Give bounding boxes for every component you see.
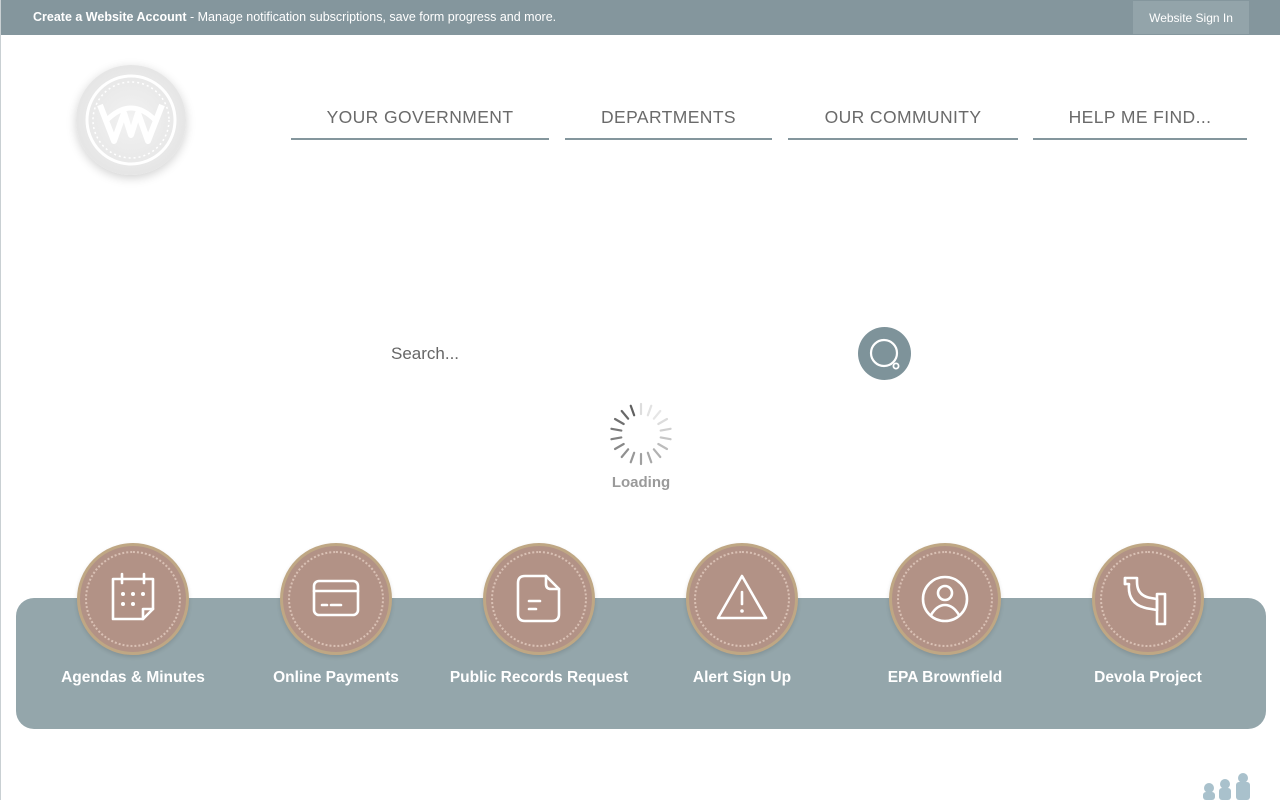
calendar-icon [111, 572, 155, 621]
document-icon [516, 574, 561, 623]
nav-our-community[interactable]: OUR COMMUNITY [788, 107, 1018, 140]
user-icon [921, 575, 969, 623]
quick-link-label: EPA Brownfield [887, 669, 1003, 686]
quick-link-agendas-minutes[interactable]: Agendas & Minutes [33, 543, 233, 713]
decorative-figures-icon [1203, 773, 1250, 800]
quick-link-circle [77, 543, 189, 655]
search-icon [869, 338, 900, 370]
credit-card-icon [312, 579, 360, 617]
quick-link-public-records-request[interactable]: Public Records Request [439, 543, 639, 713]
quick-link-circle [889, 543, 1001, 655]
quick-link-label: Agendas & Minutes [61, 669, 205, 686]
loading-spinner-icon [610, 402, 672, 466]
nav-departments[interactable]: DEPARTMENTS [565, 107, 772, 140]
city-logo[interactable] [76, 65, 186, 175]
quick-link-label: Public Records Request [449, 669, 629, 686]
quick-link-online-payments[interactable]: Online Payments [236, 543, 436, 713]
quick-link-circle [686, 543, 798, 655]
nav-help-me-find[interactable]: HELP ME FIND... [1033, 107, 1247, 140]
quick-link-alert-sign-up[interactable]: Alert Sign Up [642, 543, 842, 713]
seal-logo-icon [85, 74, 177, 166]
create-account-link[interactable]: Create a Website Account [33, 10, 187, 24]
quick-link-label: Devola Project [1094, 669, 1202, 686]
quick-link-label: Alert Sign Up [692, 669, 792, 686]
nav-your-government[interactable]: YOUR GOVERNMENT [291, 107, 549, 140]
warning-icon [716, 574, 768, 620]
quick-link-circle [280, 543, 392, 655]
search-input[interactable] [381, 337, 851, 371]
quick-link-devola-project[interactable]: Devola Project [1048, 543, 1248, 713]
search-button[interactable] [858, 327, 911, 380]
create-account-description: - Manage notification subscriptions, sav… [186, 10, 557, 24]
create-account-message[interactable]: Create a Website Account - Manage notifi… [33, 10, 556, 24]
quick-link-epa-brownfield[interactable]: EPA Brownfield [845, 543, 1045, 713]
pipe-icon [1123, 576, 1167, 626]
website-sign-in-button[interactable]: Website Sign In [1133, 1, 1249, 34]
quick-link-label: Online Payments [273, 669, 399, 686]
quick-link-circle [483, 543, 595, 655]
top-bar: Create a Website Account - Manage notifi… [1, 0, 1280, 35]
loading-text: Loading [611, 474, 671, 491]
quick-link-circle [1092, 543, 1204, 655]
